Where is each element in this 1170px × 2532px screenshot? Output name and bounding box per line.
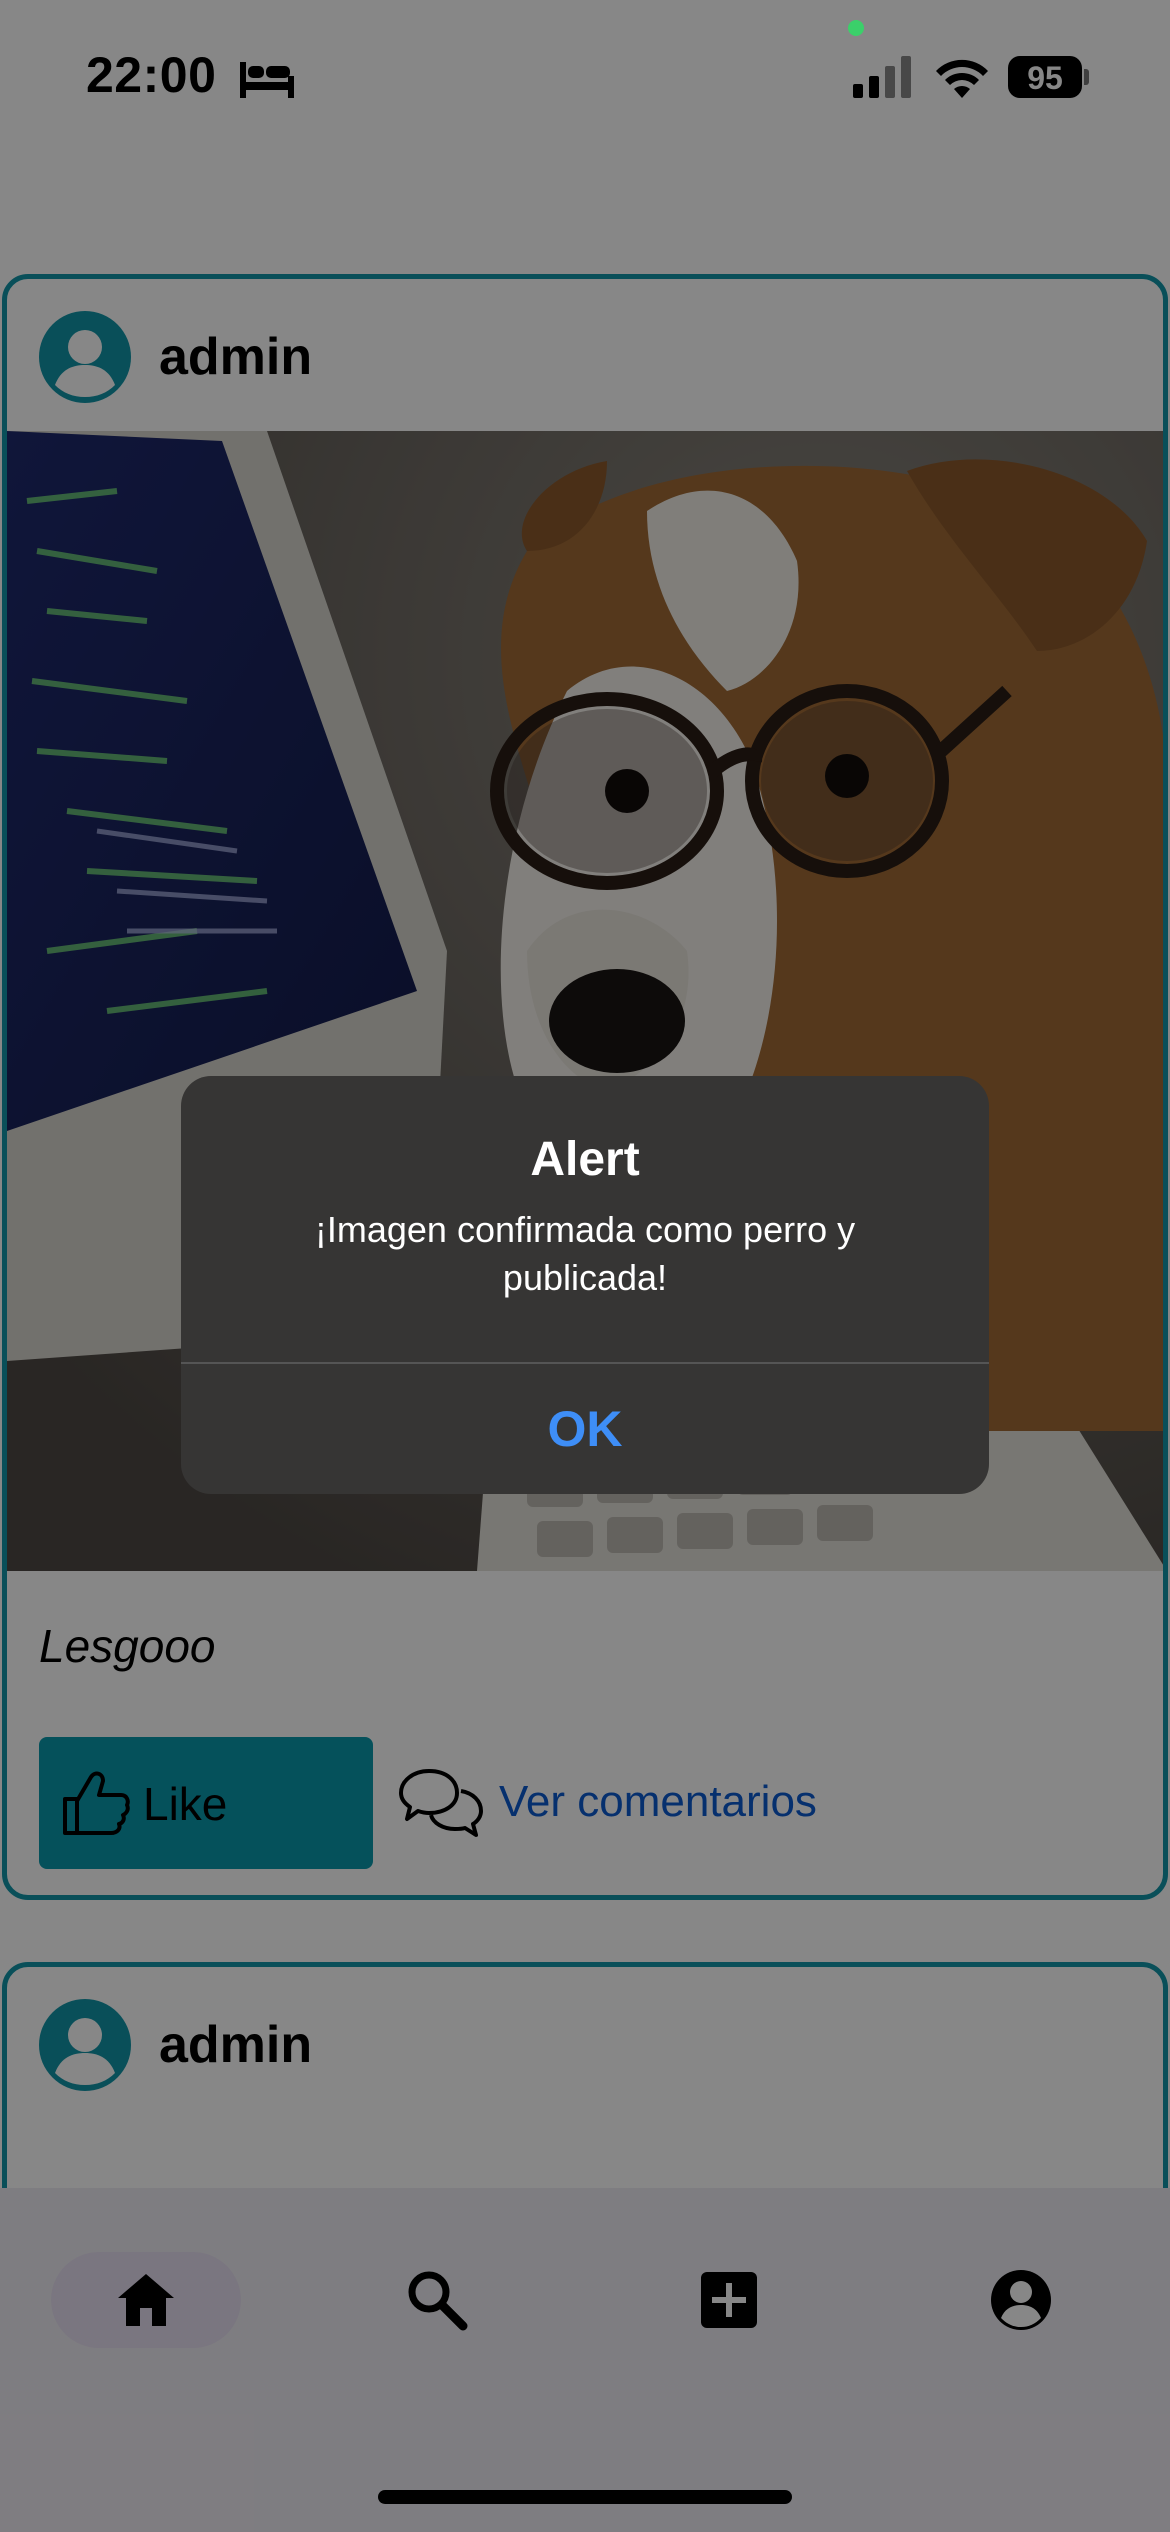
alert-title: Alert bbox=[530, 1133, 640, 1186]
alert-dialog: Alert ¡Imagen confirmada como perro y pu… bbox=[181, 1076, 989, 1494]
alert-message: ¡Imagen confirmada como perro y publicad… bbox=[314, 1209, 856, 1298]
alert-ok-button[interactable]: OK bbox=[181, 1364, 989, 1494]
camera-indicator-dot bbox=[848, 20, 864, 36]
home-indicator bbox=[378, 2490, 792, 2504]
